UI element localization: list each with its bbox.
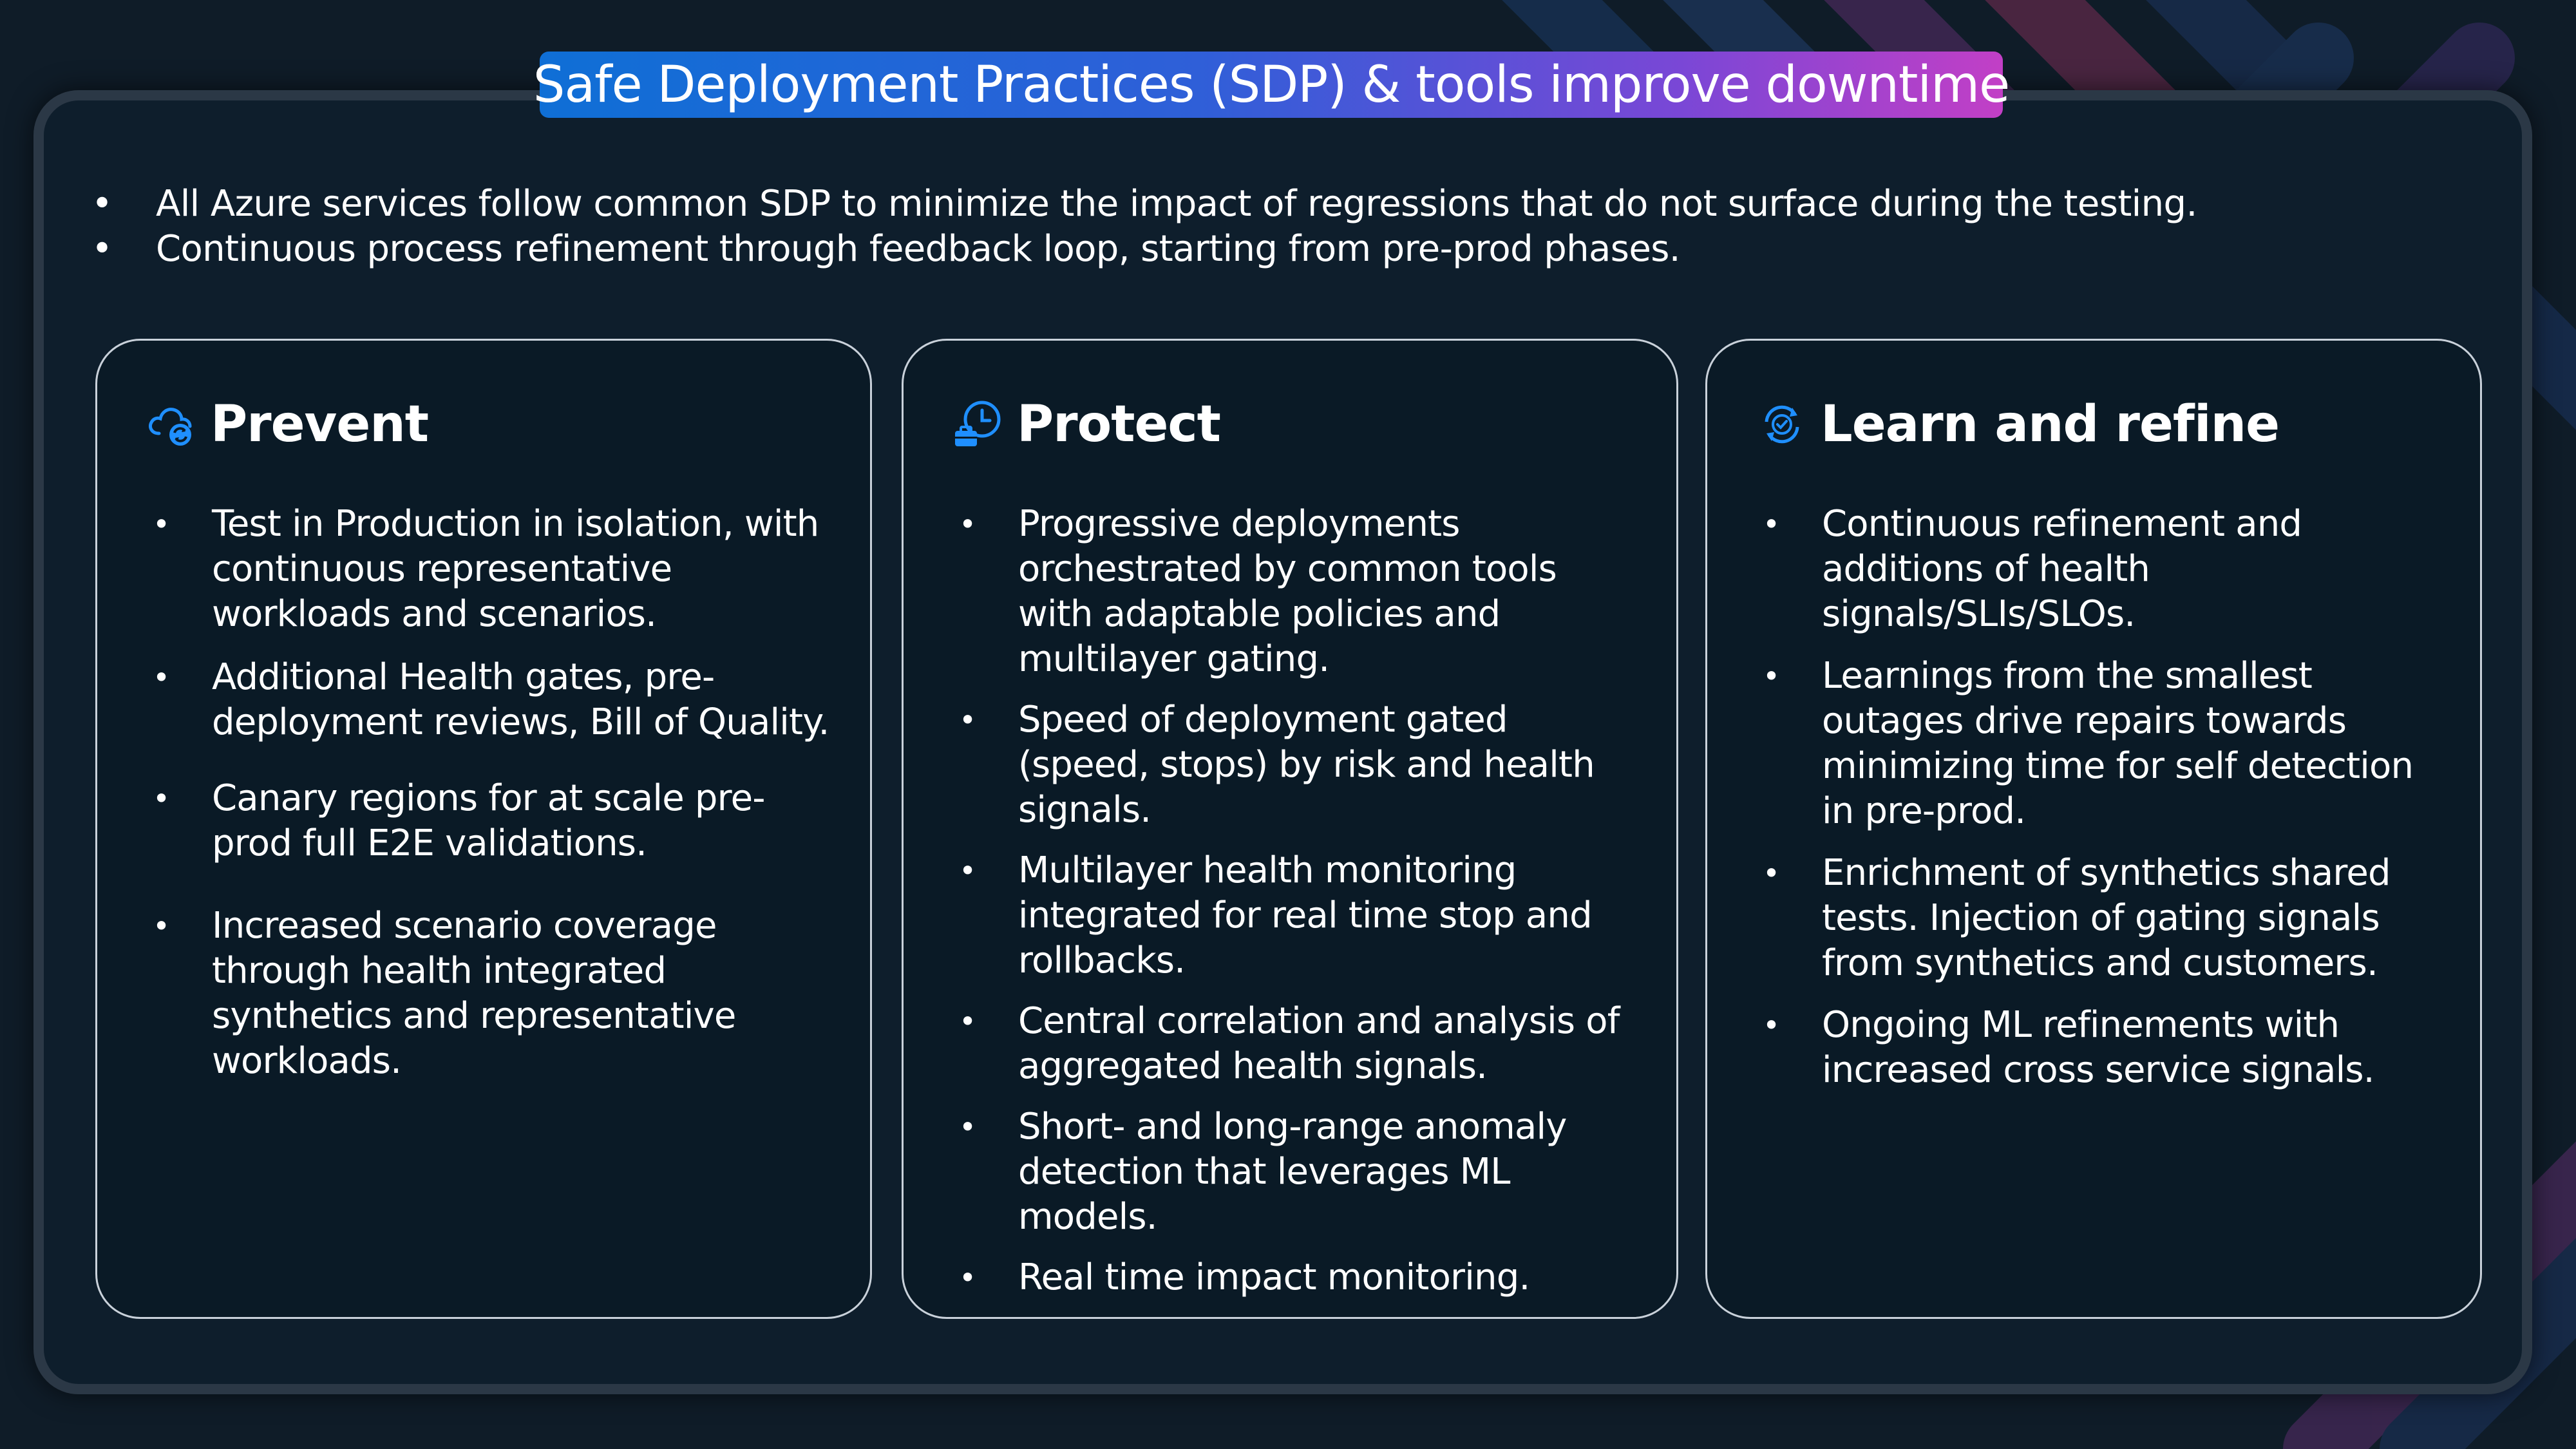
card-bullet: Additional Health gates, pre-deployment …: [153, 655, 835, 745]
card-bullet: Enrichment of synthetics shared tests. I…: [1763, 851, 2445, 986]
card-learn-and-refine: Learn and refine Continuous refinement a…: [1705, 339, 2482, 1319]
card-bullet: Ongoing ML refinements with increased cr…: [1763, 1003, 2445, 1093]
slide-title-text: Safe Deployment Practices (SDP) & tools …: [533, 55, 2010, 114]
card-bullet: Canary regions for at scale pre-prod ful…: [153, 776, 835, 866]
card-bullet: Progressive deployments orchestrated by …: [959, 502, 1642, 682]
card-bullet: Real time impact monitoring.: [959, 1255, 1642, 1300]
card-protect: Protect Progressive deployments orchestr…: [902, 339, 1678, 1319]
intro-bullet: Continuous process refinement through fe…: [90, 227, 2344, 272]
card-bullet: Central correlation and analysis of aggr…: [959, 999, 1642, 1089]
card-bullet: Short- and long-range anomaly detection …: [959, 1104, 1642, 1240]
card-bullet-list: Progressive deployments orchestrated by …: [959, 502, 1642, 1300]
card-title: Prevent: [211, 395, 429, 453]
card-header: Protect: [951, 379, 1221, 469]
card-header: Learn and refine: [1755, 379, 2280, 469]
card-bullet: Multilayer health monitoring integrated …: [959, 848, 1642, 983]
card-bullet-list: Test in Production in isolation, with co…: [153, 502, 835, 1084]
intro-bullet: All Azure services follow common SDP to …: [90, 182, 2344, 227]
sync-check-icon: [1765, 405, 1799, 444]
card-prevent: Prevent Test in Production in isolation,…: [95, 339, 872, 1319]
cloud-refresh-icon: [149, 408, 192, 446]
card-bullet: Test in Production in isolation, with co…: [153, 502, 835, 637]
card-title: Protect: [1017, 395, 1221, 453]
card-bullet-list: Continuous refinement and additions of h…: [1763, 502, 2445, 1093]
card-header: Prevent: [145, 379, 429, 469]
intro-bullet-list: All Azure services follow common SDP to …: [90, 182, 2344, 272]
slide-title: Safe Deployment Practices (SDP) & tools …: [533, 52, 2010, 118]
card-bullet: Learnings from the smallest outages driv…: [1763, 654, 2445, 834]
card-bullet: Continuous refinement and additions of h…: [1763, 502, 2445, 637]
card-title: Learn and refine: [1821, 395, 2280, 453]
card-bullet: Increased scenario coverage through heal…: [153, 904, 835, 1084]
clock-toolbox-icon: [955, 401, 1001, 446]
card-bullet: Speed of deployment gated (speed, stops)…: [959, 697, 1642, 833]
